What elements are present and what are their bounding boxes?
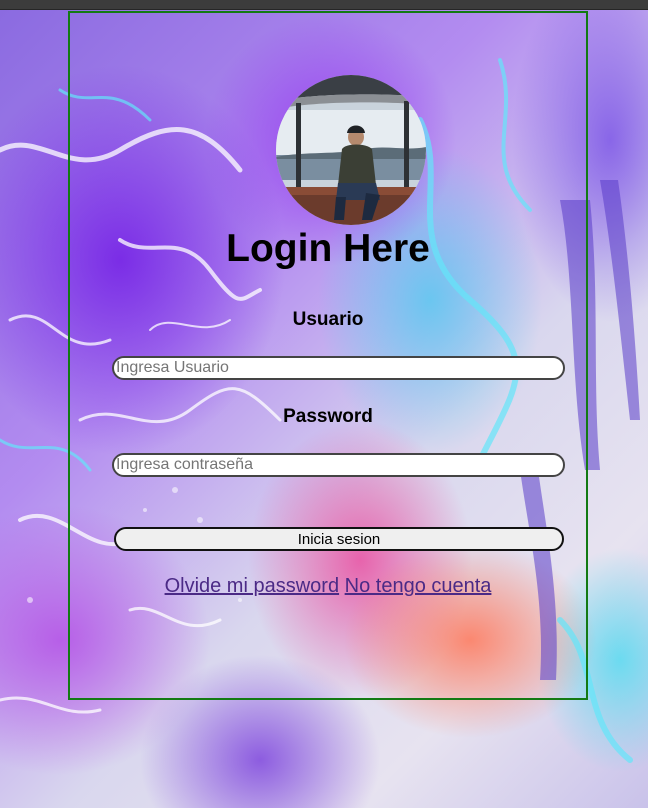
login-button[interactable]: Inicia sesion	[114, 527, 564, 551]
forgot-password-link[interactable]: Olvide mi password	[165, 575, 340, 597]
no-account-link[interactable]: No tengo cuenta	[345, 575, 492, 597]
avatar-photo	[276, 75, 426, 225]
page-title: Login Here	[226, 227, 430, 270]
username-input[interactable]	[112, 356, 565, 380]
profile-photo-icon	[276, 75, 426, 225]
password-input[interactable]	[112, 453, 565, 477]
login-card: Login Here Usuario Password Inicia sesio…	[68, 11, 588, 700]
browser-top-bar	[0, 0, 648, 10]
auth-links: Olvide mi password No tengo cuenta	[70, 575, 586, 598]
password-label: Password	[283, 406, 373, 427]
username-label: Usuario	[292, 309, 364, 330]
